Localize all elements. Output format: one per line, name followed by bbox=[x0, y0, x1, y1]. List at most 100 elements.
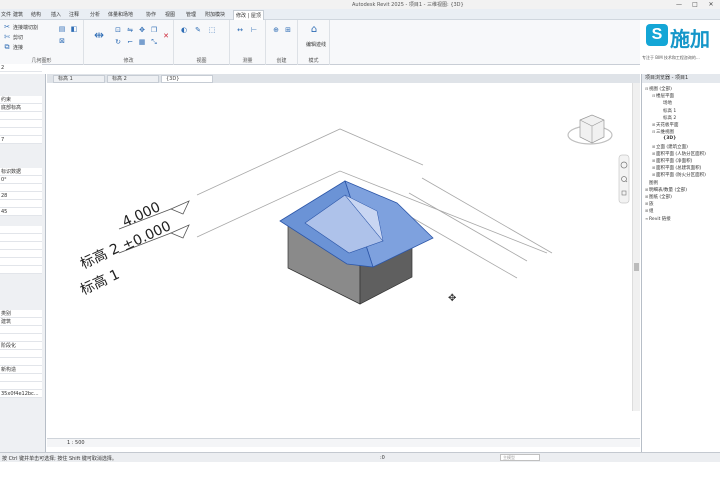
array-icon[interactable]: ▦ bbox=[138, 38, 146, 46]
ribbon-tab-8[interactable]: 视图 bbox=[165, 11, 175, 18]
create-group-icon[interactable]: ⊞ bbox=[284, 26, 292, 34]
drawing-canvas[interactable]: 4.000 ±0.000 标高 2 标高 1 ✥ bbox=[47, 83, 632, 411]
browser-item[interactable]: 图例 bbox=[645, 180, 658, 186]
split-face-icon[interactable]: ◧ bbox=[70, 25, 78, 33]
browser-item[interactable]: ⊟三维视图 bbox=[652, 129, 674, 135]
minimize-button[interactable]: — bbox=[672, 0, 686, 9]
rotate-icon[interactable]: ↻ bbox=[114, 38, 122, 46]
browser-item[interactable]: ⊞面积平面 (净面积) bbox=[652, 158, 692, 164]
browser-item[interactable]: ⊞面积平面 (人防分区面积) bbox=[652, 151, 706, 157]
cut-join-label[interactable]: 连接端切割 bbox=[13, 24, 38, 31]
property-row[interactable] bbox=[0, 250, 42, 258]
browser-item[interactable]: ⊞面积平面 (总建筑面积) bbox=[652, 165, 701, 171]
property-row[interactable]: 35x0f4e12bc... bbox=[0, 390, 42, 398]
browser-item[interactable]: ⊞天花板平面 bbox=[652, 122, 679, 128]
property-row[interactable]: 阶段化 bbox=[0, 342, 42, 350]
view-tab-1[interactable]: 标高 2 bbox=[107, 75, 159, 83]
property-row[interactable]: 7 bbox=[0, 136, 42, 144]
edit-footprint-label[interactable]: 编辑迹线 bbox=[306, 41, 326, 48]
property-row[interactable]: 2 bbox=[0, 64, 42, 72]
property-row[interactable]: 底部标高 bbox=[0, 104, 42, 112]
browser-item[interactable]: 标高 2 bbox=[659, 115, 676, 121]
mirror-icon[interactable]: ⇋ bbox=[126, 26, 134, 34]
property-row[interactable] bbox=[0, 200, 42, 208]
join-label[interactable]: 连接 bbox=[13, 44, 23, 51]
ribbon-tab-11[interactable]: 修改 | 屋顶 bbox=[233, 10, 264, 20]
property-row[interactable] bbox=[0, 234, 42, 242]
ribbon-tab-6[interactable]: 体量和场地 bbox=[108, 11, 133, 18]
property-row[interactable] bbox=[0, 226, 42, 234]
property-row[interactable]: 45 bbox=[0, 208, 42, 216]
model-view[interactable]: 4.000 ±0.000 标高 2 标高 1 ✥ bbox=[47, 83, 632, 411]
scrollbar-thumb[interactable] bbox=[634, 263, 639, 271]
browser-item[interactable]: 场地 bbox=[659, 100, 672, 106]
browser-item[interactable]: 标高 1 bbox=[659, 108, 676, 114]
ribbon-tab-9[interactable]: 管理 bbox=[186, 11, 196, 18]
ribbon-tab-3[interactable]: 插入 bbox=[51, 11, 61, 18]
view-tab-2[interactable]: {3D} bbox=[161, 75, 213, 83]
hide-icon[interactable]: ◐ bbox=[180, 26, 188, 34]
property-row[interactable] bbox=[0, 334, 42, 342]
property-row[interactable]: 28 bbox=[0, 192, 42, 200]
maximize-button[interactable]: □ bbox=[688, 0, 702, 9]
measure-icon[interactable]: ↔ bbox=[236, 26, 244, 34]
property-row[interactable]: 建筑 bbox=[0, 318, 42, 326]
ribbon-tab-7[interactable]: 协作 bbox=[146, 11, 156, 18]
selection-box-icon[interactable]: ⬚ bbox=[208, 26, 216, 34]
level-1-head[interactable] bbox=[169, 224, 190, 239]
delete-icon[interactable]: ✕ bbox=[162, 32, 170, 40]
property-row[interactable] bbox=[0, 350, 42, 358]
cope-icon[interactable]: ✂ bbox=[3, 23, 11, 31]
ribbon-tab-0[interactable]: 文件 bbox=[1, 11, 11, 18]
browser-item[interactable]: ⊞立面 (建筑立面) bbox=[652, 144, 688, 150]
property-row[interactable] bbox=[0, 266, 42, 274]
property-row[interactable] bbox=[0, 184, 42, 192]
dimension-icon[interactable]: ⊢ bbox=[250, 26, 258, 34]
demolish-icon[interactable]: ⊠ bbox=[58, 37, 66, 45]
browser-item[interactable]: ⊞组 bbox=[645, 208, 654, 214]
browser-item[interactable]: {3D} bbox=[659, 136, 676, 141]
copy-icon[interactable]: ❐ bbox=[150, 26, 158, 34]
paint-icon[interactable]: ▤ bbox=[58, 25, 66, 33]
property-row[interactable] bbox=[0, 120, 42, 128]
property-row[interactable] bbox=[0, 326, 42, 334]
cut-icon[interactable]: ✄ bbox=[3, 33, 11, 41]
property-row[interactable] bbox=[0, 128, 42, 136]
property-row[interactable]: 标识数据 bbox=[0, 168, 42, 176]
vertical-scrollbar[interactable] bbox=[632, 83, 640, 411]
browser-item[interactable]: ⊟楼层平面 bbox=[652, 93, 674, 99]
cut-label[interactable]: 剪切 bbox=[13, 34, 23, 41]
trim-icon[interactable]: ⌐ bbox=[126, 38, 134, 46]
property-row[interactable] bbox=[0, 374, 42, 382]
view-scale[interactable]: 1 : 500 bbox=[67, 440, 85, 446]
property-row[interactable]: 类别 bbox=[0, 310, 42, 318]
move-icon[interactable]: ✥ bbox=[138, 26, 146, 34]
ribbon-tab-2[interactable]: 结构 bbox=[31, 11, 41, 18]
status-filter[interactable]: 主模型 bbox=[500, 454, 540, 461]
create-similar-icon[interactable]: ⊕ bbox=[272, 26, 280, 34]
edit-footprint-icon[interactable]: ⌂ bbox=[308, 25, 320, 38]
property-row[interactable] bbox=[0, 258, 42, 266]
property-row[interactable] bbox=[0, 382, 42, 390]
ribbon-tab-4[interactable]: 注释 bbox=[69, 11, 79, 18]
align-icon[interactable]: ⇹ bbox=[92, 28, 106, 42]
browser-item[interactable]: ⊞明细表/数量 (全部) bbox=[645, 187, 687, 193]
override-icon[interactable]: ✎ bbox=[194, 26, 202, 34]
property-row[interactable]: 约束 bbox=[0, 96, 42, 104]
browser-item[interactable]: ⊞族 bbox=[645, 201, 654, 207]
ribbon-tab-5[interactable]: 分析 bbox=[90, 11, 100, 18]
browser-item[interactable]: ⊞面积平面 (防火分区面积) bbox=[652, 172, 706, 178]
property-row[interactable]: 新构造 bbox=[0, 366, 42, 374]
ribbon-tab-1[interactable]: 建筑 bbox=[13, 11, 23, 18]
property-row[interactable] bbox=[0, 112, 42, 120]
scale-icon[interactable]: ⤡ bbox=[150, 38, 158, 46]
browser-item[interactable]: ⊞图纸 (全部) bbox=[645, 194, 672, 200]
property-row[interactable] bbox=[0, 358, 42, 366]
ribbon-tab-10[interactable]: 附加模块 bbox=[205, 11, 225, 18]
property-row[interactable] bbox=[0, 242, 42, 250]
property-row[interactable]: 0° bbox=[0, 176, 42, 184]
offset-icon[interactable]: ⊡ bbox=[114, 26, 122, 34]
view-tab-0[interactable]: 标高 1 bbox=[53, 75, 105, 83]
join-icon[interactable]: ⧉ bbox=[3, 43, 11, 51]
browser-item[interactable]: ⊟视图 (全部) bbox=[645, 86, 672, 92]
